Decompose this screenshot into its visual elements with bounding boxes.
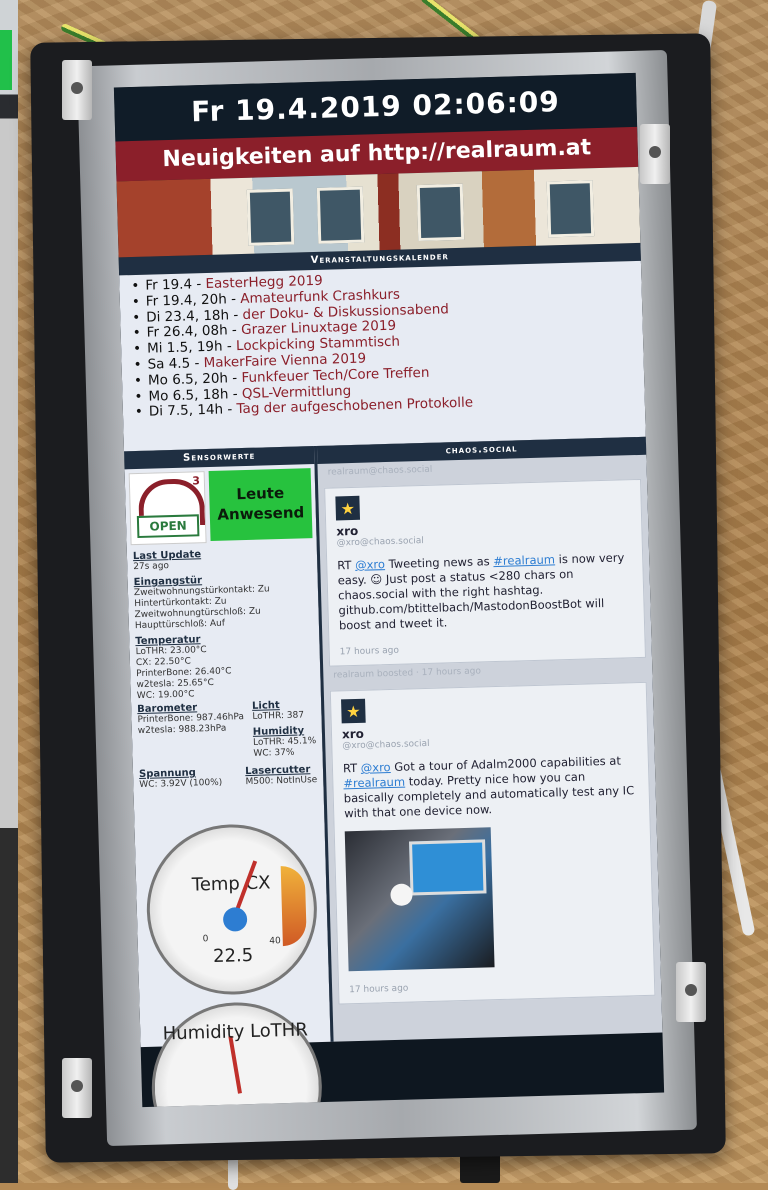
barometer-group: Barometer PrinterBone: 987.46hPa w2tesla… bbox=[137, 701, 245, 763]
event-separator: - bbox=[222, 401, 237, 418]
voltage-group: Spannung WC: 3.92V (100%) bbox=[139, 767, 222, 791]
bullet: • bbox=[131, 277, 140, 295]
bullet: • bbox=[134, 388, 143, 405]
toot-list: ★ xro @xro@chaos.social RT @xro Tweeting ne… bbox=[318, 478, 661, 1005]
door-group: Eingangstür Zweitwohnungstürkontakt: Zu … bbox=[127, 570, 319, 634]
bullet: • bbox=[132, 341, 142, 358]
logo-superscript: 3 bbox=[192, 474, 201, 488]
gauge-tick-low: 0 bbox=[202, 934, 209, 945]
sensor-panel: Sensorwerte 3 OPEN Leute Anwesend Last U… bbox=[124, 446, 331, 1108]
header-photo bbox=[116, 166, 641, 258]
voltage-line: WC: 3.92V (100%) bbox=[139, 777, 223, 791]
gauge-label: Humidity LoTHR bbox=[162, 1019, 309, 1045]
bullet: • bbox=[131, 293, 141, 310]
humidity-line: WC: 37% bbox=[253, 747, 295, 759]
toot-time: 17 hours ago bbox=[339, 645, 400, 658]
bullet: • bbox=[132, 325, 141, 342]
mount-bracket bbox=[62, 1058, 92, 1118]
toot-text: RT @xro Tweeting news as #realraum is no… bbox=[337, 550, 634, 633]
event-separator: - bbox=[228, 385, 243, 402]
event-separator: - bbox=[189, 355, 204, 372]
mention-link[interactable]: @xro bbox=[355, 557, 385, 572]
window-image bbox=[546, 180, 595, 238]
event-calendar: • Fr 19.4 - EasterHegg 2019 • Fr 19.4, 20h … bbox=[119, 260, 646, 452]
window-image bbox=[416, 183, 465, 242]
gauge-value: 22.5 bbox=[212, 944, 254, 968]
star-avatar-icon[interactable]: ★ bbox=[335, 495, 361, 521]
event-date: Di 7.5, 14h bbox=[148, 401, 224, 421]
humidity-gauge: Humidity LoTHR bbox=[149, 1000, 325, 1108]
event-date: Fr 19.4 bbox=[145, 276, 193, 294]
mention-link[interactable]: @xro bbox=[361, 760, 391, 775]
open-sign: OPEN bbox=[136, 514, 200, 539]
event-separator: - bbox=[226, 290, 241, 308]
bullet: • bbox=[133, 372, 143, 389]
event-separator: - bbox=[227, 322, 242, 339]
open-status-logo: 3 OPEN bbox=[128, 471, 207, 546]
gauge-hub bbox=[222, 907, 248, 932]
hashtag-link[interactable]: #realraum bbox=[493, 552, 555, 568]
gauge-needle bbox=[228, 1035, 242, 1094]
lasercutter-line: M500: NotInUse bbox=[245, 775, 318, 788]
social-panel: chaos.social realraum@chaos.social ★ xro @… bbox=[313, 436, 663, 1042]
dashboard-screen: Fr 19.4.2019 02:06:09 Neuigkeiten auf ht… bbox=[113, 72, 665, 1108]
mount-bracket bbox=[62, 60, 92, 120]
lamp-image bbox=[390, 883, 413, 907]
bullet: • bbox=[133, 356, 142, 374]
light-line: LoTHR: 387 bbox=[252, 710, 305, 722]
toot: ★ xro @xro@chaos.social RT @xro Got a tour … bbox=[329, 681, 656, 1005]
toot-text: RT @xro Got a tour of Adalm2000 capabili… bbox=[343, 753, 640, 821]
mount-bracket bbox=[676, 962, 706, 1022]
window-image bbox=[316, 186, 365, 244]
humidity-line: LoTHR: 45.1% bbox=[252, 736, 317, 748]
event-list: • Fr 19.4 - EasterHegg 2019 • Fr 19.4, 20h … bbox=[131, 265, 635, 421]
event-separator: - bbox=[191, 276, 206, 293]
laptop-image bbox=[409, 839, 487, 896]
light-humidity-group: Licht LoTHR: 387 Humidity LoTHR: 45.1% W… bbox=[252, 699, 317, 760]
bullet: • bbox=[132, 309, 141, 326]
toot-text-part: RT bbox=[342, 760, 361, 776]
event-separator: - bbox=[228, 306, 243, 323]
mount-bracket bbox=[640, 124, 670, 184]
lasercutter-group: Lasercutter M500: NotInUse bbox=[245, 764, 317, 788]
window-image bbox=[246, 188, 295, 246]
hashtag-link[interactable]: #realraum bbox=[343, 775, 405, 791]
toot-time: 17 hours ago bbox=[349, 983, 409, 996]
temperature-gauge: Temp CX 0 40 22.5 bbox=[144, 822, 320, 997]
toot-photo[interactable] bbox=[344, 827, 495, 972]
barometer-line: w2tesla: 988.23hPa bbox=[137, 723, 227, 737]
monitor-edge bbox=[0, 0, 18, 1183]
temperature-group: Temperatur LoTHR: 23.00°C CX: 22.50°C Pr… bbox=[129, 629, 321, 704]
toot: ★ xro @xro@chaos.social RT @xro Tweeting ne… bbox=[324, 478, 646, 667]
bullet: • bbox=[134, 404, 144, 421]
lower-panels: Sensorwerte 3 OPEN Leute Anwesend Last U… bbox=[124, 436, 663, 1108]
star-avatar-icon[interactable]: ★ bbox=[341, 698, 366, 724]
presence-badge: Leute Anwesend bbox=[208, 468, 313, 541]
event-separator: - bbox=[227, 369, 242, 387]
green-sticker bbox=[0, 30, 12, 90]
event-separator: - bbox=[222, 338, 237, 355]
event-date: Sa 4.5 bbox=[147, 355, 191, 373]
toot-text-part: RT bbox=[337, 557, 356, 573]
